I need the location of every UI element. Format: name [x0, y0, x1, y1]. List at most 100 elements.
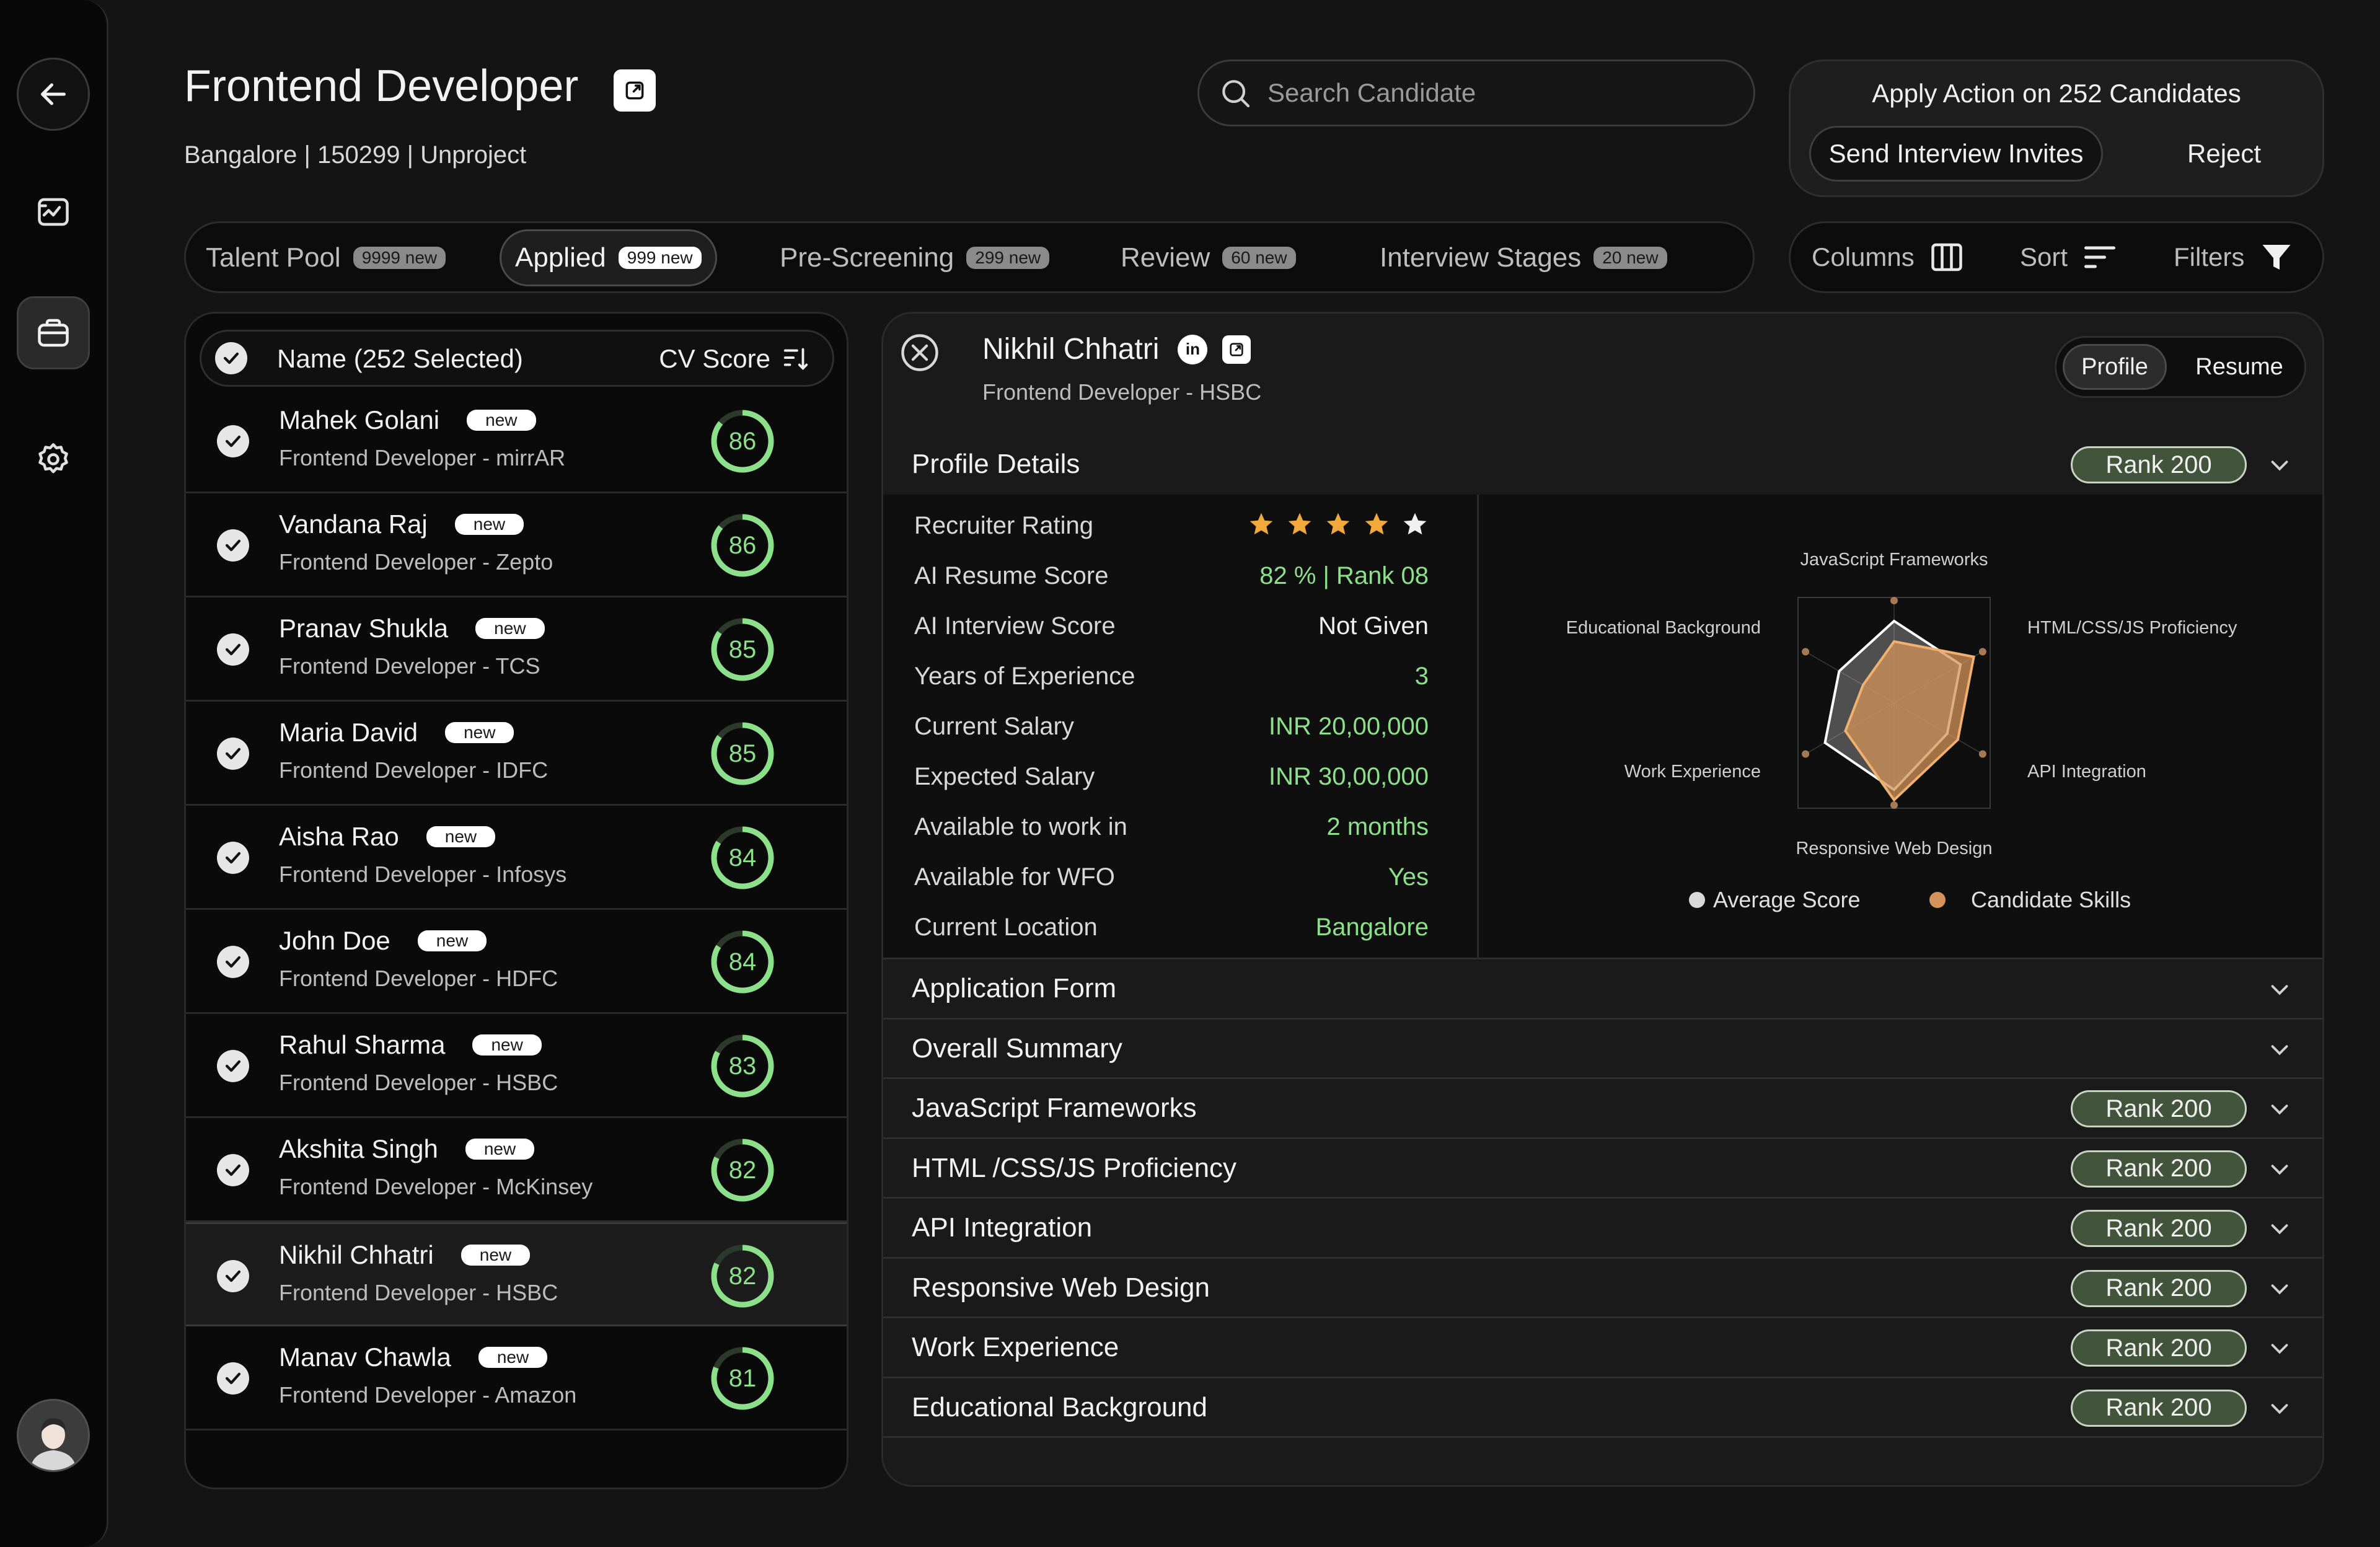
candidate-name-line: John Doe new	[279, 926, 487, 956]
search-input[interactable]	[1267, 78, 1701, 108]
candidate-row[interactable]: John Doe new Frontend Developer - HDFC 8…	[186, 910, 847, 1014]
candidate-row[interactable]: Vandana Raj new Frontend Developer - Zep…	[186, 493, 847, 597]
cv-score-sort[interactable]: CV Score	[659, 344, 810, 374]
row-checkbox[interactable]	[217, 946, 249, 978]
field-label: AI Interview Score	[914, 612, 1116, 640]
star-icon[interactable]	[1248, 511, 1275, 538]
field-value: Yes	[1388, 863, 1429, 891]
linkedin-icon[interactable]: in	[1178, 334, 1208, 364]
candidate-row[interactable]: Nikhil Chhatri new Frontend Developer - …	[186, 1222, 847, 1326]
chevron-down-icon[interactable]	[2265, 1334, 2294, 1363]
nav-jobs[interactable]	[17, 296, 90, 369]
section-header[interactable]: Work Experience Rank 200	[883, 1316, 2322, 1376]
section-header[interactable]: Application Form	[883, 958, 2322, 1017]
candidate-row[interactable]: Maria David new Frontend Developer - IDF…	[186, 702, 847, 806]
section-header[interactable]: Responsive Web Design Rank 200	[883, 1256, 2322, 1316]
chevron-down-icon[interactable]	[2265, 976, 2294, 1004]
cv-score-ring: 81	[709, 1345, 776, 1412]
external-link-icon[interactable]	[1222, 335, 1251, 364]
section-header[interactable]: JavaScript Frameworks Rank 200	[883, 1077, 2322, 1137]
chevron-down-icon[interactable]	[2265, 1275, 2294, 1303]
radar-axis-label: API Integration	[2027, 762, 2146, 782]
reject-button[interactable]: Reject	[2187, 126, 2380, 182]
row-checkbox[interactable]	[217, 633, 249, 666]
search-bar[interactable]	[1197, 60, 1755, 126]
section-header[interactable]: Educational Background Rank 200	[883, 1376, 2322, 1436]
star-icon[interactable]	[1324, 511, 1352, 538]
rank-badge: Rank 200	[2071, 1389, 2247, 1427]
radar-axis-label: Responsive Web Design	[1796, 839, 1992, 858]
rank-badge: Rank 200	[2071, 1329, 2247, 1367]
candidate-name: Akshita Singh	[279, 1134, 438, 1163]
row-checkbox[interactable]	[217, 738, 249, 770]
resume-toggle[interactable]: Resume	[2180, 344, 2298, 390]
chevron-down-icon[interactable]	[2265, 1215, 2294, 1243]
tab-label: Pre-Screening	[780, 242, 954, 273]
back-button[interactable]	[17, 58, 90, 131]
legend-candidate-dot	[1929, 892, 1946, 908]
profile-details-header[interactable]: Profile Details Rank 200	[883, 435, 2322, 495]
section-header[interactable]: HTML /CSS/JS Proficiency Rank 200	[883, 1137, 2322, 1197]
tab-talent-pool[interactable]: Talent Pool 9999 new	[206, 229, 446, 286]
recruiter-rating-stars[interactable]	[1236, 511, 1429, 538]
new-badge: new	[426, 826, 496, 847]
radar-axis-label: JavaScript Frameworks	[1800, 550, 1988, 570]
user-avatar[interactable]	[17, 1399, 90, 1472]
radar-axis-label: Work Experience	[1624, 762, 1761, 782]
open-external-button[interactable]	[614, 69, 656, 112]
chevron-up-icon[interactable]	[2265, 451, 2294, 480]
send-interview-invites-button[interactable]: Send Interview Invites	[1809, 126, 2103, 182]
star-icon[interactable]	[1401, 511, 1429, 538]
row-checkbox[interactable]	[217, 1154, 249, 1186]
row-checkbox[interactable]	[217, 529, 249, 562]
row-checkbox[interactable]	[217, 1260, 249, 1292]
nav-settings[interactable]	[17, 423, 90, 496]
chevron-down-icon[interactable]	[2265, 1095, 2294, 1124]
section-label: Application Form	[912, 973, 1117, 1003]
field-label: AI Resume Score	[914, 562, 1109, 589]
tab-badge: 999 new	[618, 247, 702, 269]
section-label: Work Experience	[912, 1332, 1119, 1362]
chevron-down-icon[interactable]	[2265, 1036, 2294, 1064]
close-icon[interactable]	[899, 332, 940, 373]
star-icon[interactable]	[1363, 511, 1390, 538]
candidate-role: Frontend Developer - Infosys	[279, 862, 567, 887]
candidate-row[interactable]: Rahul Sharma new Frontend Developer - HS…	[186, 1014, 847, 1118]
check-icon	[225, 1060, 241, 1072]
tab-pre-screening[interactable]: Pre-Screening 299 new	[780, 229, 1050, 286]
tab-applied[interactable]: Applied 999 new	[500, 229, 717, 286]
row-checkbox[interactable]	[217, 425, 249, 457]
profile-field: AI Interview Score Not Given	[914, 602, 1429, 652]
sort-button[interactable]: Sort	[2020, 223, 2118, 291]
chevron-down-icon[interactable]	[2265, 1395, 2294, 1423]
candidate-row[interactable]: Pranav Shukla new Frontend Developer - T…	[186, 597, 847, 702]
check-icon	[225, 1164, 241, 1176]
star-icon[interactable]	[1286, 511, 1313, 538]
section-label: Educational Background	[912, 1391, 1207, 1422]
page-title: Frontend Developer	[184, 61, 579, 111]
nav-analytics[interactable]	[17, 175, 90, 249]
candidate-name: Nikhil Chhatri	[982, 333, 1160, 366]
candidate-row[interactable]: Mahek Golani new Frontend Developer - mi…	[186, 389, 847, 493]
candidate-row[interactable]: Manav Chawla new Frontend Developer - Am…	[186, 1326, 847, 1430]
radar-axis-dot	[1802, 750, 1810, 758]
candidate-name-line: Vandana Raj new	[279, 509, 524, 539]
section-header[interactable]: API Integration Rank 200	[883, 1197, 2322, 1256]
columns-button[interactable]: Columns	[1812, 223, 1965, 291]
profile-toggle[interactable]: Profile	[2063, 344, 2167, 390]
tab-interview-stages[interactable]: Interview Stages 20 new	[1380, 229, 1667, 286]
candidate-row[interactable]: Aisha Rao new Frontend Developer - Infos…	[186, 806, 847, 910]
columns-label: Columns	[1812, 242, 1915, 271]
chevron-down-icon[interactable]	[2265, 1155, 2294, 1184]
row-checkbox[interactable]	[217, 842, 249, 874]
filters-button[interactable]: Filters	[2174, 223, 2295, 291]
section-header[interactable]: Overall Summary	[883, 1017, 2322, 1077]
candidate-name-line: Nikhil Chhatri new	[279, 1240, 531, 1270]
bulk-action-title: Apply Action on 252 Candidates	[1872, 79, 2241, 108]
row-checkbox[interactable]	[217, 1362, 249, 1395]
tab-review[interactable]: Review 60 new	[1121, 229, 1296, 286]
candidate-row[interactable]: Akshita Singh new Frontend Developer - M…	[186, 1118, 847, 1222]
candidate-role: Frontend Developer - Amazon	[279, 1382, 577, 1408]
row-checkbox[interactable]	[217, 1050, 249, 1082]
select-all-checkbox[interactable]	[215, 342, 247, 374]
